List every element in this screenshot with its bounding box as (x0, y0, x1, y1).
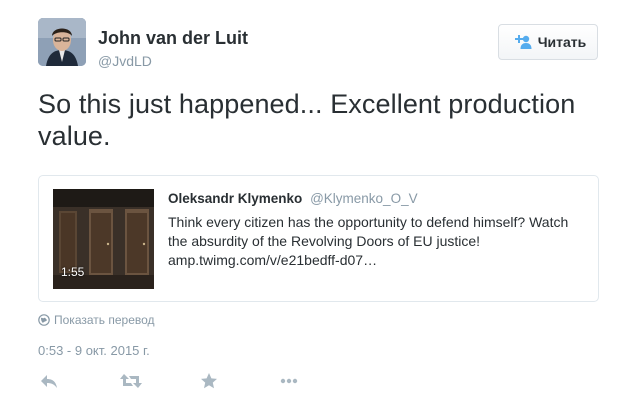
video-duration: 1:55 (61, 265, 85, 279)
author-name[interactable]: John van der Luit (98, 28, 248, 49)
globe-icon (38, 314, 50, 326)
translate-link[interactable]: Показать перевод (38, 313, 155, 327)
follow-user-icon (514, 35, 532, 49)
quoted-tweet-body: Think every citizen has the opportunity … (168, 213, 588, 270)
tweet-text: So this just happened... Excellent produ… (38, 89, 576, 151)
video-thumbnail[interactable]: 1:55 (53, 189, 154, 289)
follow-button-label: Читать (537, 34, 587, 50)
avatar[interactable] (38, 18, 86, 66)
quoted-author-name: Oleksandr Klymenko (168, 191, 303, 206)
follow-button[interactable]: Читать (498, 24, 598, 60)
quoted-tweet-link[interactable]: amp.twimg.com/v/e21bedff-d07… (168, 251, 588, 270)
quoted-tweet-card[interactable]: 1:55 Oleksandr Klymenko @Klymenko_O_V Th… (38, 175, 599, 302)
quoted-tweet-text: Think every citizen has the opportunity … (168, 214, 569, 249)
quoted-author-handle: @Klymenko_O_V (310, 191, 418, 206)
more-dots-icon[interactable] (278, 370, 300, 392)
reply-icon[interactable] (38, 370, 60, 392)
author-handle[interactable]: @JvdLD (98, 53, 152, 69)
tweet-actions (38, 370, 338, 392)
quoted-author[interactable]: Oleksandr Klymenko @Klymenko_O_V (168, 191, 418, 206)
tweet-timestamp[interactable]: 0:53 - 9 окт. 2015 г. (38, 343, 150, 358)
favorite-star-icon[interactable] (198, 370, 220, 392)
retweet-icon[interactable] (118, 370, 144, 392)
translate-label: Показать перевод (54, 313, 155, 327)
tweet-header: John van der Luit @JvdLD Читать (38, 18, 618, 74)
